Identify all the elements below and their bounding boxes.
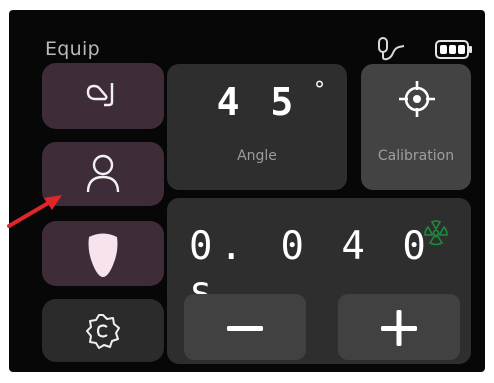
crosshair-target-icon (399, 81, 435, 117)
angle-label: Angle (237, 148, 277, 164)
device-screen: Equip 4 5 ° Angle Calibration 0. 0 4 0 s (9, 10, 485, 372)
annotation-arrow-icon (7, 195, 62, 228)
tooth-crown-icon (88, 233, 118, 277)
settings-gear-icon (86, 314, 120, 349)
sidebar-item-tool[interactable] (42, 63, 164, 129)
radiation-icon (424, 220, 448, 246)
plug-cable-icon (378, 37, 405, 61)
increase-button[interactable] (338, 294, 460, 360)
time-panel: 0. 0 4 0 s (167, 198, 471, 364)
page-title: Equip (45, 38, 100, 60)
angle-unit: ° (314, 78, 325, 103)
minus-icon (227, 326, 263, 331)
decrease-button[interactable] (184, 294, 306, 360)
user-icon (86, 154, 120, 193)
calibration-button[interactable]: Calibration (361, 64, 471, 190)
calibration-label: Calibration (377, 148, 455, 164)
sidebar-item-settings[interactable] (42, 299, 164, 362)
plus-icon (381, 310, 417, 346)
battery-full-icon (435, 40, 472, 59)
angle-panel: 4 5 ° Angle (167, 64, 347, 190)
wrench-tool-icon (86, 83, 114, 107)
